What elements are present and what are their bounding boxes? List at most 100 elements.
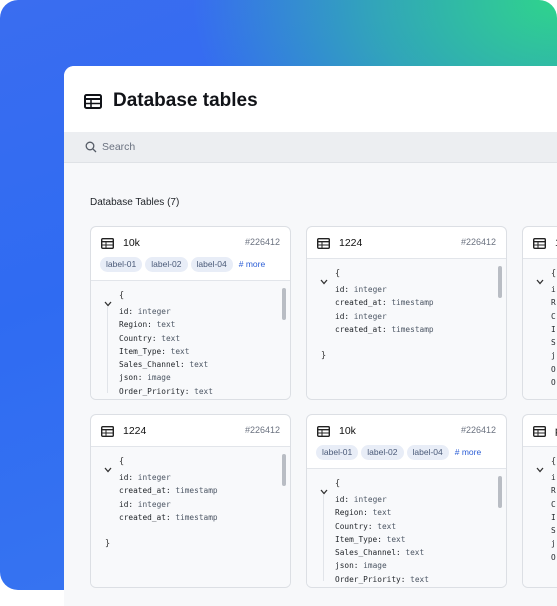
table-icon [100, 236, 115, 254]
chevron-down-icon[interactable] [104, 294, 112, 312]
field-row: created_at: timestamp [335, 323, 434, 336]
field-row: Item_Type: text [335, 533, 429, 546]
field-row: I [551, 511, 556, 524]
scrollbar-thumb[interactable] [498, 476, 502, 508]
table-card[interactable]: 1224 #226412 { id: integer created_at: t… [306, 226, 507, 400]
field-key: I [551, 324, 556, 334]
table-card[interactable]: p { i R C I S j O [522, 414, 557, 588]
field-type: integer [353, 495, 387, 504]
field-row: Item_Type: text [119, 345, 213, 358]
label-chip[interactable]: label-02 [361, 445, 404, 460]
field-key: created_at: [335, 324, 387, 334]
field-row: C [551, 498, 556, 511]
field-key: created_at: [119, 512, 171, 522]
brace-open: { [119, 457, 125, 467]
table-card[interactable]: 1224 #226412 { id: integer created_at: t… [90, 414, 291, 588]
chevron-down-icon[interactable] [536, 272, 544, 290]
chevron-down-icon[interactable] [104, 460, 112, 478]
label-chip[interactable]: label-04 [406, 445, 449, 460]
card-name: 10k [123, 237, 140, 249]
card-name: 1224 [123, 425, 147, 437]
field-key: O [551, 378, 556, 388]
schema-panel: { id: integer created_at: timestamp id: … [307, 258, 506, 399]
field-row: created_at: timestamp [119, 511, 218, 524]
more-labels-link[interactable]: # more [455, 445, 481, 460]
field-key: Country: [119, 333, 157, 343]
field-type: integer [353, 311, 387, 321]
field-row: S [551, 524, 556, 537]
search-input[interactable] [102, 138, 402, 156]
field-row: R [551, 484, 556, 497]
field-key: i [551, 473, 556, 482]
field-row: Order_Priority: text [119, 385, 213, 398]
chevron-down-icon[interactable] [320, 272, 328, 290]
field-list: id: integer created_at: timestamp id: in… [335, 283, 434, 336]
field-row: j [551, 537, 556, 550]
field-type: integer [137, 499, 171, 509]
table-card[interactable]: 10k #226412 label-01 label-02 label-04 # mo… [90, 226, 291, 400]
table-icon [316, 236, 331, 254]
field-type: text [410, 574, 429, 584]
field-type: text [156, 320, 176, 330]
brace-open: { [335, 479, 341, 489]
card-header: 10k #226412 [307, 415, 506, 445]
field-key: created_at: [119, 486, 171, 496]
field-row: Sales_Channel: text [119, 358, 213, 371]
table-icon [100, 424, 115, 442]
field-key: id: [335, 311, 350, 321]
more-labels-link[interactable]: # more [239, 257, 265, 272]
field-row: created_at: timestamp [335, 296, 434, 309]
schema-panel: { id: integer Region: text Country: text… [91, 280, 290, 399]
label-chip[interactable]: label-01 [316, 445, 359, 460]
field-key: id: [119, 307, 134, 316]
brace-open: { [551, 269, 557, 279]
field-type: text [189, 360, 209, 370]
field-key: json: [119, 373, 143, 383]
chevron-down-icon[interactable] [536, 460, 544, 478]
page-title: Database tables [113, 90, 258, 111]
scrollbar-thumb[interactable] [282, 288, 286, 320]
field-row: Region: text [335, 506, 429, 519]
field-key: C [551, 311, 556, 321]
field-type: text [161, 333, 181, 343]
label-chip[interactable]: label-02 [145, 257, 188, 272]
field-type: integer [137, 473, 171, 482]
field-row: id: integer [119, 471, 218, 484]
table-card[interactable]: 1 { i R C I S j O O [522, 226, 557, 400]
indent-guide [107, 307, 108, 393]
page-header: Database tables [64, 66, 557, 133]
field-list: id: integer created_at: timestamp id: in… [119, 471, 218, 524]
card-header: p [523, 415, 557, 445]
card-header: 1224 #226412 [307, 227, 506, 257]
chevron-down-icon[interactable] [320, 482, 328, 500]
search-bar[interactable] [64, 132, 557, 163]
card-id: #226412 [244, 425, 280, 435]
field-row: id: integer [119, 498, 218, 511]
card-id: #226412 [460, 237, 496, 247]
field-key: j [551, 539, 556, 549]
field-type: timestamp [175, 486, 218, 496]
table-icon [316, 424, 331, 442]
field-type: text [372, 508, 392, 518]
scrollbar-thumb[interactable] [498, 266, 502, 298]
field-type: timestamp [391, 298, 434, 308]
table-icon [532, 424, 547, 442]
field-row: O [551, 363, 556, 376]
table-card[interactable]: 10k #226412 label-01 label-02 label-04 # mo… [306, 414, 507, 588]
field-type: integer [137, 307, 171, 316]
label-chip[interactable]: label-01 [100, 257, 143, 272]
field-key: j [551, 351, 556, 361]
table-icon [84, 94, 102, 114]
label-chip[interactable]: label-04 [190, 257, 233, 272]
field-key: created_at: [335, 298, 387, 308]
scrollbar-thumb[interactable] [282, 454, 286, 486]
field-row: i [551, 471, 556, 484]
field-key: json: [335, 561, 359, 571]
table-icon [532, 236, 547, 254]
field-key: Item_Type: [119, 346, 166, 356]
field-type: text [194, 386, 213, 396]
label-list: label-01 label-02 label-04 # more [100, 257, 265, 275]
brace-open: { [335, 269, 341, 279]
field-row: i [551, 283, 556, 296]
field-key: S [551, 338, 556, 348]
